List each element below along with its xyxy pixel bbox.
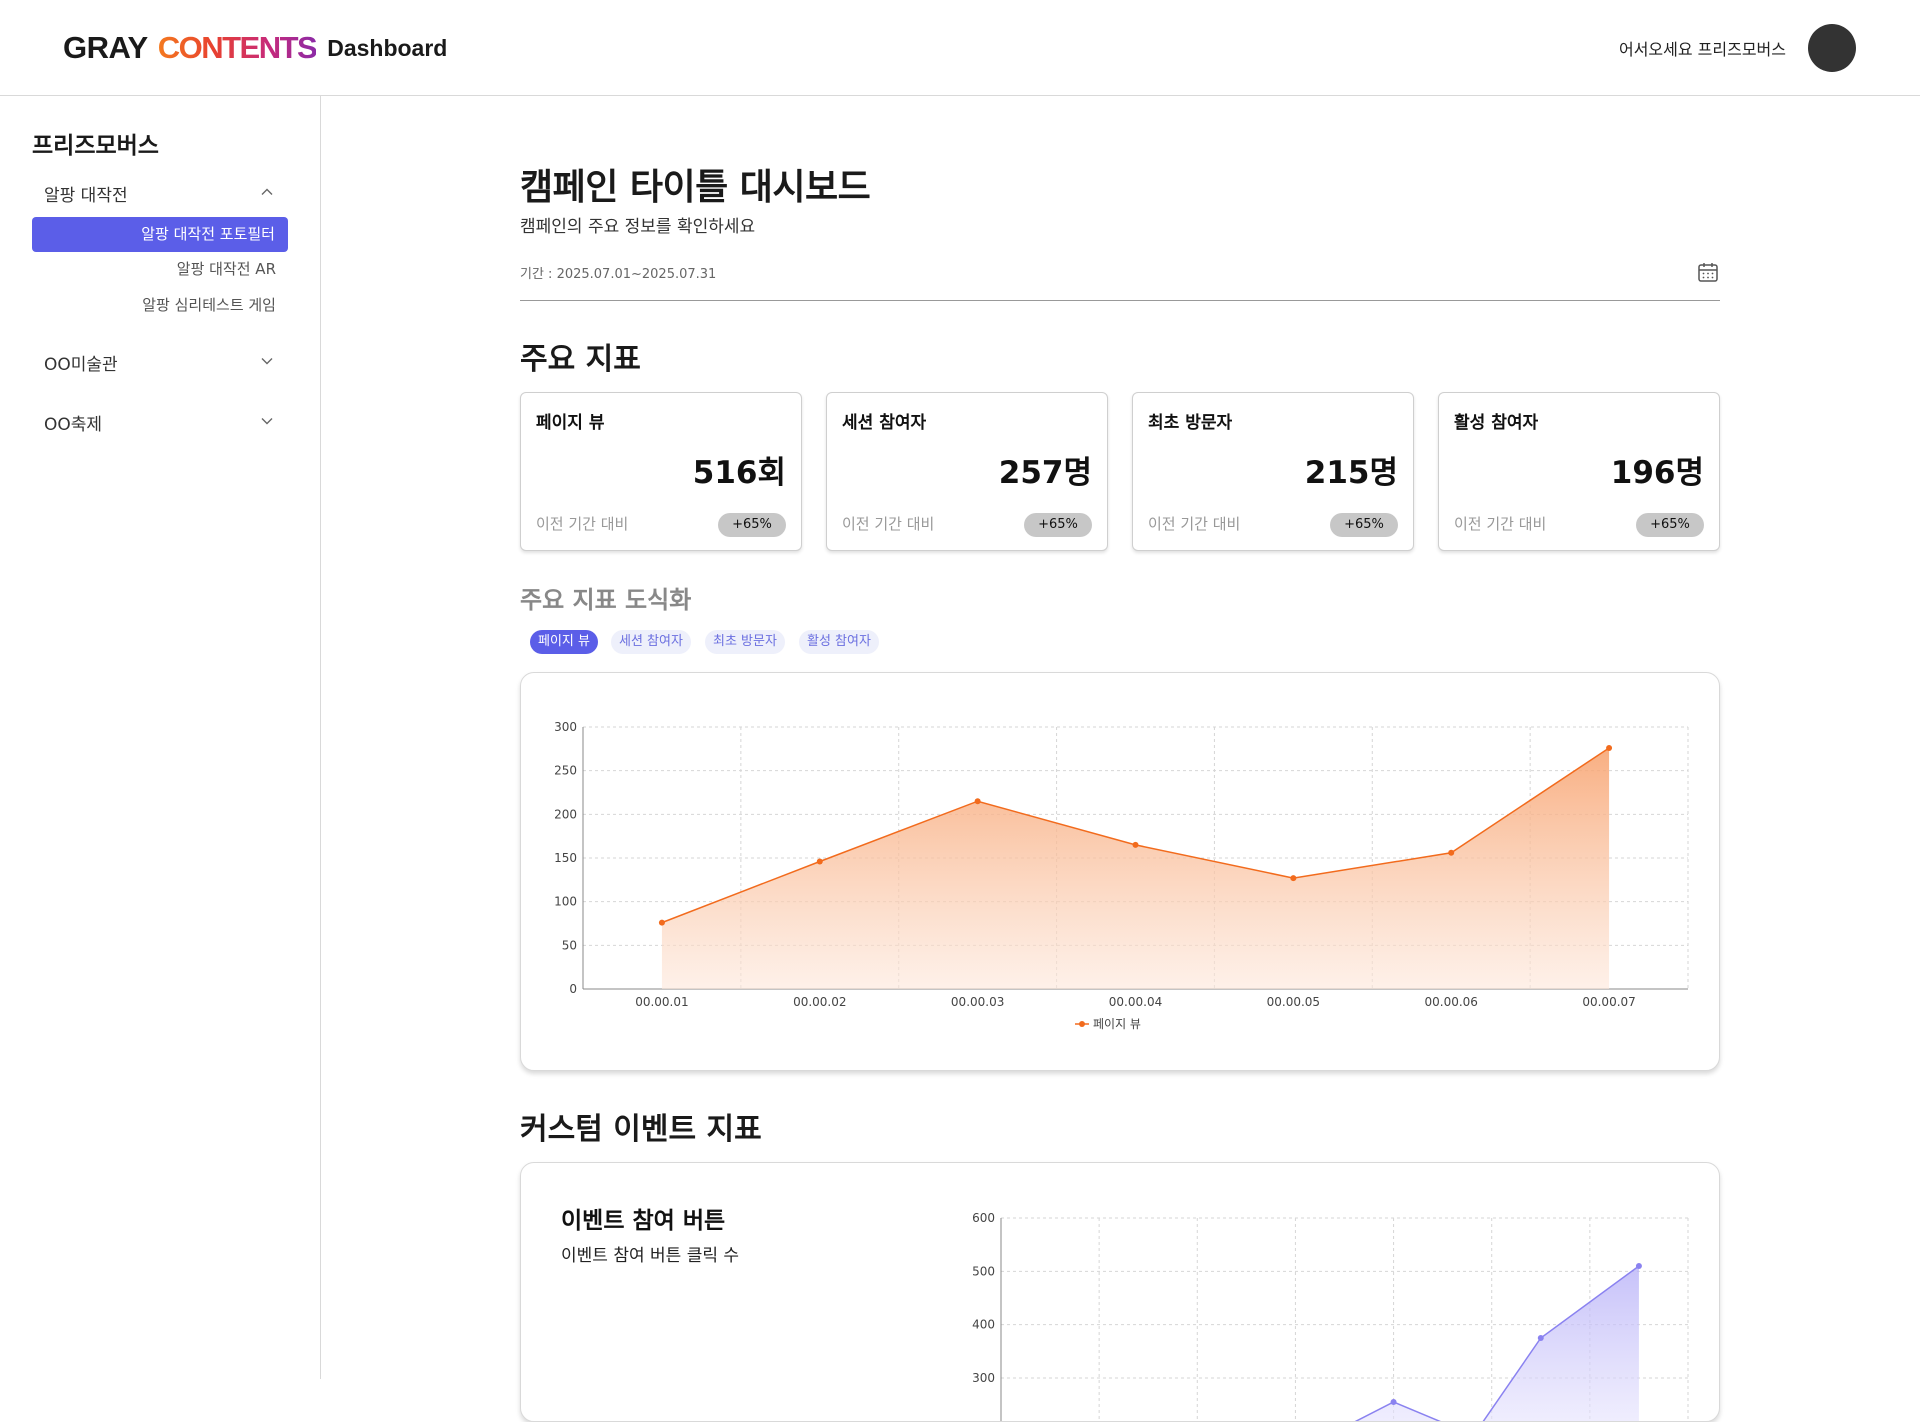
kpi-value: 196명: [1610, 455, 1704, 491]
kpi-card-active: 활성 참여자 196명 이전 기간 대비 +65%: [1438, 392, 1720, 551]
pageview-chart-card: 0 50 100 150 200 250 300 00.00.01 00.00.02 00.00.…: [520, 672, 1720, 1071]
sidebar-group-label: OO축제: [44, 415, 103, 435]
chevron-up-icon: [261, 188, 273, 195]
y-tick-label: 300: [554, 720, 577, 734]
y-tick-label: 250: [554, 764, 577, 778]
y-tick-label: 500: [972, 1264, 995, 1278]
sidebar-group-festival[interactable]: OO축제: [44, 410, 274, 435]
series-area: [1356, 1266, 1639, 1421]
sidebar-item-alpang-photofilter[interactable]: 알팡 대작전 포토필터: [32, 217, 288, 252]
data-point: [1290, 875, 1297, 882]
data-point: [974, 798, 981, 805]
kpi-change-badge: +65%: [1636, 513, 1704, 537]
x-tick-label: 00.00.01: [635, 995, 688, 1009]
series-area: [661, 747, 1610, 989]
period-divider: [520, 300, 1720, 301]
data-point: [1606, 744, 1613, 751]
logo-contents-text: CONTENTS: [157, 30, 318, 65]
data-point: [1635, 1263, 1642, 1269]
calendar-icon[interactable]: [1697, 261, 1719, 283]
kpi-section-title: 주요 지표: [520, 342, 641, 377]
x-tick-label: 00.00.06: [1424, 995, 1477, 1009]
x-tick-label: 00.00.02: [793, 995, 846, 1009]
chip-first-visitor[interactable]: 최초 방문자: [705, 630, 785, 654]
sidebar-group-label: OO미술관: [44, 355, 118, 375]
legend-label: 페이지 뷰: [1093, 1017, 1141, 1031]
y-tick-label: 150: [554, 851, 577, 865]
sidebar-item-alpang-ar[interactable]: 알팡 대작전 AR: [32, 258, 276, 279]
kpi-label: 세션 참여자: [842, 413, 927, 433]
x-tick-label: 00.00.04: [1109, 995, 1162, 1009]
kpi-change-badge: +65%: [1330, 513, 1398, 537]
kpi-change-badge: +65%: [718, 513, 786, 537]
custom-section-title: 커스텀 이벤트 지표: [520, 1112, 762, 1147]
greeting-text: 어서오세요 프리즈모버스: [1618, 40, 1786, 59]
kpi-label: 활성 참여자: [1454, 413, 1539, 433]
logo-gray-text: GRAY: [63, 30, 148, 65]
kpi-compare: 이전 기간 대비: [1148, 515, 1241, 533]
pageview-chart: 0 50 100 150 200 250 300 00.00.01 00.00.02 00.00.…: [554, 720, 1689, 1031]
chevron-down-icon: [261, 418, 273, 425]
kpi-label: 페이지 뷰: [536, 413, 605, 433]
sidebar-org-name: 프리즈모버스: [32, 133, 159, 159]
kpi-card-first-visitor: 최초 방문자 215명 이전 기간 대비 +65%: [1132, 392, 1414, 551]
brand-logo[interactable]: GRAY CONTENTS Dashboard: [63, 30, 447, 66]
sidebar: 프리즈모버스 알팡 대작전 알팡 대작전 포토필터 알팡 대작전 AR 알팡 심…: [0, 96, 321, 1379]
chip-active[interactable]: 활성 참여자: [799, 630, 879, 654]
data-point: [658, 919, 665, 926]
kpi-compare: 이전 기간 대비: [842, 515, 935, 533]
sidebar-group-museum[interactable]: OO미술관: [44, 350, 274, 375]
sidebar-group-label: 알팡 대작전: [44, 186, 128, 206]
y-tick-label: 400: [972, 1318, 995, 1332]
event-card: 이벤트 참여 버튼 이벤트 참여 버튼 클릭 수 300 400 500 600: [520, 1162, 1720, 1422]
kpi-change-badge: +65%: [1024, 513, 1092, 537]
kpi-label: 최초 방문자: [1148, 413, 1233, 433]
kpi-compare: 이전 기간 대비: [1454, 515, 1547, 533]
page-title: 캠페인 타이틀 대시보드: [520, 167, 871, 208]
data-point: [1132, 841, 1139, 848]
y-tick-label: 200: [554, 807, 577, 821]
y-tick-label: 0: [569, 982, 577, 996]
kpi-value: 257명: [998, 455, 1092, 491]
logo-dashboard-text: Dashboard: [327, 34, 448, 61]
data-point: [1390, 1399, 1397, 1405]
chip-pageview[interactable]: 페이지 뷰: [530, 630, 598, 654]
period-text: 기간 : 2025.07.01~2025.07.31: [520, 267, 717, 282]
kpi-value: 215명: [1304, 455, 1398, 491]
legend-marker: [1079, 1021, 1085, 1027]
chevron-down-icon: [261, 358, 273, 365]
chip-session[interactable]: 세션 참여자: [611, 630, 691, 654]
x-tick-label: 00.00.05: [1267, 995, 1320, 1009]
x-tick-label: 00.00.07: [1582, 995, 1635, 1009]
y-tick-label: 300: [972, 1371, 995, 1385]
kpi-value: 516회: [692, 455, 786, 491]
viz-section-title: 주요 지표 도식화: [520, 586, 692, 614]
sidebar-item-alpang-psych-test[interactable]: 알팡 심리테스트 게임: [32, 294, 276, 315]
page-subtitle: 캠페인의 주요 정보를 확인하세요: [520, 217, 756, 237]
sidebar-group-alpang[interactable]: 알팡 대작전: [44, 181, 274, 206]
kpi-compare: 이전 기간 대비: [536, 515, 629, 533]
kpi-card-session: 세션 참여자 257명 이전 기간 대비 +65%: [826, 392, 1108, 551]
avatar[interactable]: [1808, 24, 1856, 72]
kpi-card-pageview: 페이지 뷰 516회 이전 기간 대비 +65%: [520, 392, 802, 551]
data-point: [1537, 1335, 1544, 1341]
y-tick-label: 100: [554, 895, 577, 909]
app-header: GRAY CONTENTS Dashboard 어서오세요 프리즈모버스: [0, 0, 1920, 96]
event-chart: 300 400 500 600: [972, 1211, 1689, 1421]
y-tick-label: 600: [972, 1211, 995, 1225]
y-tick-label: 50: [562, 938, 577, 952]
data-point: [1448, 849, 1455, 856]
x-tick-label: 00.00.03: [951, 995, 1004, 1009]
data-point: [816, 858, 823, 865]
